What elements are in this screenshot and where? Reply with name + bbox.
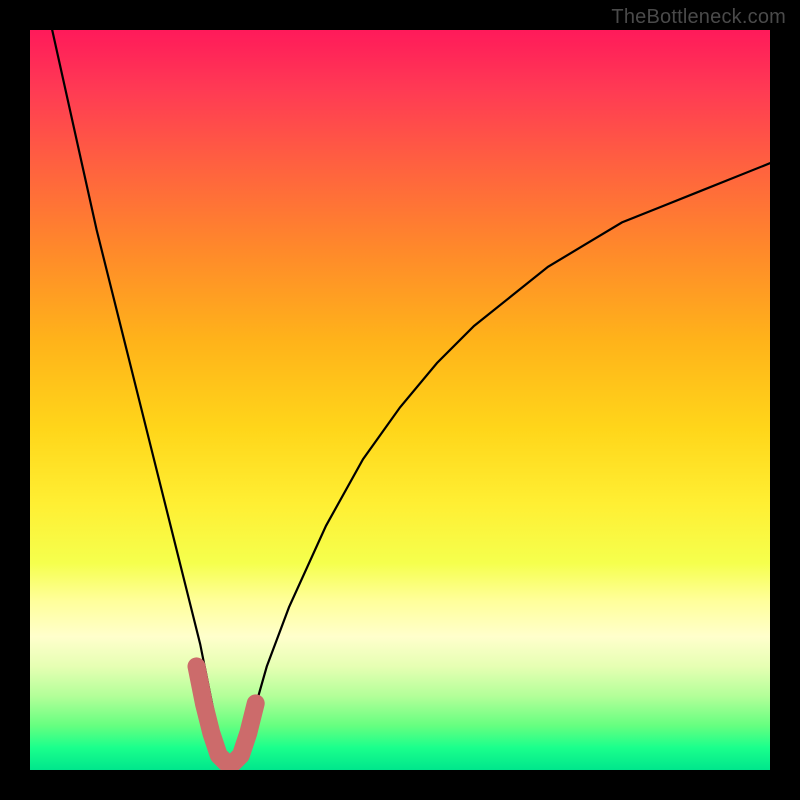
chart-plot-area (30, 30, 770, 770)
highlight-u-curve (197, 666, 256, 762)
bottleneck-curve (52, 30, 770, 763)
watermark-text: TheBottleneck.com (611, 6, 786, 29)
chart-svg (30, 30, 770, 770)
